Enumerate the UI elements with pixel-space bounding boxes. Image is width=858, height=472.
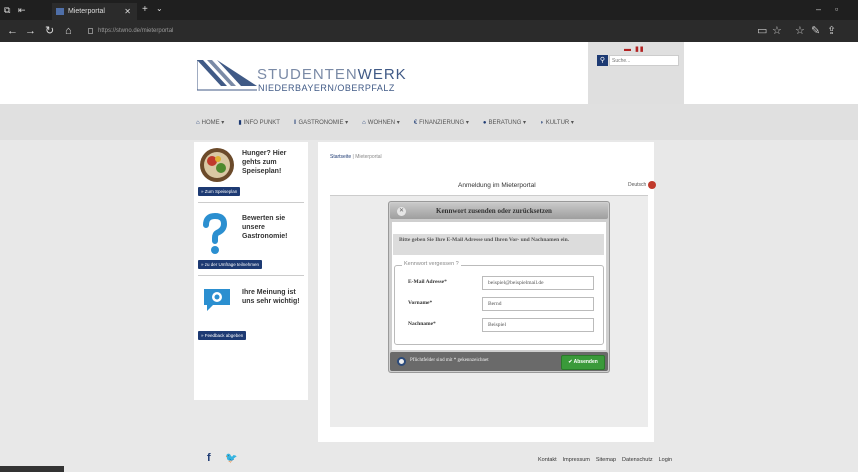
back-arrow-icon[interactable]: ← xyxy=(7,25,18,37)
lastname-label: Nachname* xyxy=(408,321,436,327)
reading-view-icon[interactable]: ▭ xyxy=(757,24,767,37)
menu-item-info-punkt[interactable]: ▮ INFO PUNKT xyxy=(238,118,280,128)
forward-arrow-icon[interactable]: → xyxy=(25,25,36,37)
email-field[interactable] xyxy=(482,276,594,290)
fork-icon: ‖ xyxy=(293,120,297,126)
pin-icon: ● xyxy=(482,120,487,126)
new-tab-icon[interactable]: + xyxy=(142,4,148,15)
window-menu-icon[interactable]: ⧉ xyxy=(4,5,10,15)
umfrage-button[interactable]: » zu der Umfrage teilnehmen xyxy=(198,260,263,269)
food-plate-icon xyxy=(200,148,234,182)
home-icon[interactable]: ⌂ xyxy=(65,25,72,37)
submit-button[interactable]: ✔ Absenden xyxy=(561,355,605,370)
dialog-instructions: Bitte geben Sie Ihre E-Mail Adresse und … xyxy=(393,234,604,255)
taskbar-fragment xyxy=(0,466,64,472)
browser-address-bar: ← → ↻ ⌂ https://stwno.de/mieterportal ▭ … xyxy=(0,20,858,42)
close-icon[interactable]: ✕ xyxy=(397,207,406,216)
back-tabs-icon[interactable]: ⇤ xyxy=(18,5,26,15)
brand-subtitle: NIEDERBAYERN/OBERPFALZ xyxy=(258,83,395,93)
menu-item-beratung[interactable]: ● BERATUNG ▾ xyxy=(483,118,526,128)
info-icon: ▮ xyxy=(238,120,242,126)
studentenwerk-logo[interactable] xyxy=(197,56,257,91)
email-label: E-Mail Adresse* xyxy=(408,279,447,285)
firstname-field[interactable] xyxy=(482,297,594,311)
search-icon[interactable]: ⚲ xyxy=(597,55,608,66)
dialog-title: Kennwort zusenden oder zurücksetzen xyxy=(436,207,552,215)
lastname-field[interactable] xyxy=(482,318,594,332)
search-input[interactable] xyxy=(609,55,679,66)
page-title: Anmeldung im Mieterportal xyxy=(458,182,536,189)
tab-close-icon[interactable]: ✕ xyxy=(124,3,131,20)
brand-name: STUDENTENWERK xyxy=(257,66,407,83)
breadcrumb-current: Mieterportal xyxy=(355,154,382,160)
divider xyxy=(198,275,304,276)
house-icon: ⌂ xyxy=(362,120,366,126)
menu-item-wohnen[interactable]: ⌂ WOHNEN ▾ xyxy=(362,118,400,128)
tab-title: Mieterportal xyxy=(68,8,105,15)
feedback-chat-icon xyxy=(204,289,230,311)
promo-feedback-title: Ihre Meinung ist uns sehr wichtig! xyxy=(242,289,300,305)
twitter-icon[interactable]: 🐦 xyxy=(225,453,237,464)
euro-icon: € xyxy=(413,120,418,126)
menu-item-gastronomie[interactable]: ‖ GASTRONOMIE ▾ xyxy=(294,118,348,128)
pen-icon[interactable]: ✎ xyxy=(811,24,820,37)
firstname-label: Vorname* xyxy=(408,300,433,306)
footer-link-login[interactable]: Login xyxy=(659,457,672,463)
promo-umfrage-title: Bewerten sie unsere Gastronomie! xyxy=(242,215,288,240)
info-circle-icon xyxy=(397,357,406,366)
footer-link-sitemap[interactable]: Sitemap xyxy=(596,457,616,463)
maximize-icon[interactable]: ▫ xyxy=(835,4,838,14)
facebook-icon[interactable]: f xyxy=(207,452,211,464)
question-mark-icon xyxy=(203,213,228,254)
browser-tab[interactable]: Mieterportal ✕ xyxy=(52,3,137,20)
url-text: https://stwno.de/mieterportal xyxy=(98,28,174,34)
footer-link-kontakt[interactable]: Kontakt xyxy=(538,457,557,463)
url-field[interactable]: https://stwno.de/mieterportal xyxy=(88,25,228,37)
language-selector[interactable]: Deutsch xyxy=(628,182,646,188)
home-icon: ⌂ xyxy=(196,120,200,126)
footer-link-datenschutz[interactable]: Datenschutz xyxy=(622,457,653,463)
site-header xyxy=(0,42,858,104)
promo-speiseplan-title: Hunger? Hier gehts zum Speiseplan! xyxy=(242,150,287,175)
browser-tab-bar: ⧉ ⇤ Mieterportal ✕ + ⌄ – ▫ xyxy=(0,0,858,20)
menu-item-finanzierung[interactable]: € FINANZIERUNG ▾ xyxy=(414,118,469,128)
refresh-icon[interactable]: ↻ xyxy=(45,25,54,37)
menu-item-kultur[interactable]: ◗ KULTUR ▾ xyxy=(540,118,574,128)
minimize-icon[interactable]: – xyxy=(816,4,821,14)
footer-link-impressum[interactable]: Impressum xyxy=(563,457,590,463)
language-flag-icon[interactable] xyxy=(648,181,656,189)
required-fields-note: Pflichtfelder sind mit * gekennzeichnet xyxy=(410,358,489,363)
fieldset-legend: Kennwort vergessen ? xyxy=(402,261,461,267)
favorite-star-icon[interactable]: ☆ xyxy=(772,24,782,37)
language-flags-icon[interactable]: ▬ ▮▮ xyxy=(624,45,645,53)
speiseplan-button[interactable]: » Zum Speiseplan xyxy=(198,187,241,196)
divider xyxy=(198,202,304,203)
tab-list-chevron-icon[interactable]: ⌄ xyxy=(156,4,163,13)
breadcrumb: Startseite | Mieterportal xyxy=(330,154,382,160)
menu-item-home[interactable]: ⌂ HOME ▾ xyxy=(196,118,224,128)
favorites-list-icon[interactable]: ☆ xyxy=(795,24,805,37)
footer-links: Kontakt Impressum Sitemap Datenschutz Lo… xyxy=(538,457,678,463)
check-icon: ✔ xyxy=(568,359,573,365)
breadcrumb-home-link[interactable]: Startseite xyxy=(330,154,351,160)
main-menu: ⌂ HOME ▾ ▮ INFO PUNKT ‖ GASTRONOMIE ▾ ⌂ WOHN… xyxy=(196,118,588,128)
share-icon[interactable]: ⇪ xyxy=(827,24,836,37)
site-favicon-icon xyxy=(56,8,64,15)
lock-icon xyxy=(88,28,93,34)
mask-icon: ◗ xyxy=(540,120,544,126)
feedback-button[interactable]: » Feedback abgeben xyxy=(198,331,247,340)
